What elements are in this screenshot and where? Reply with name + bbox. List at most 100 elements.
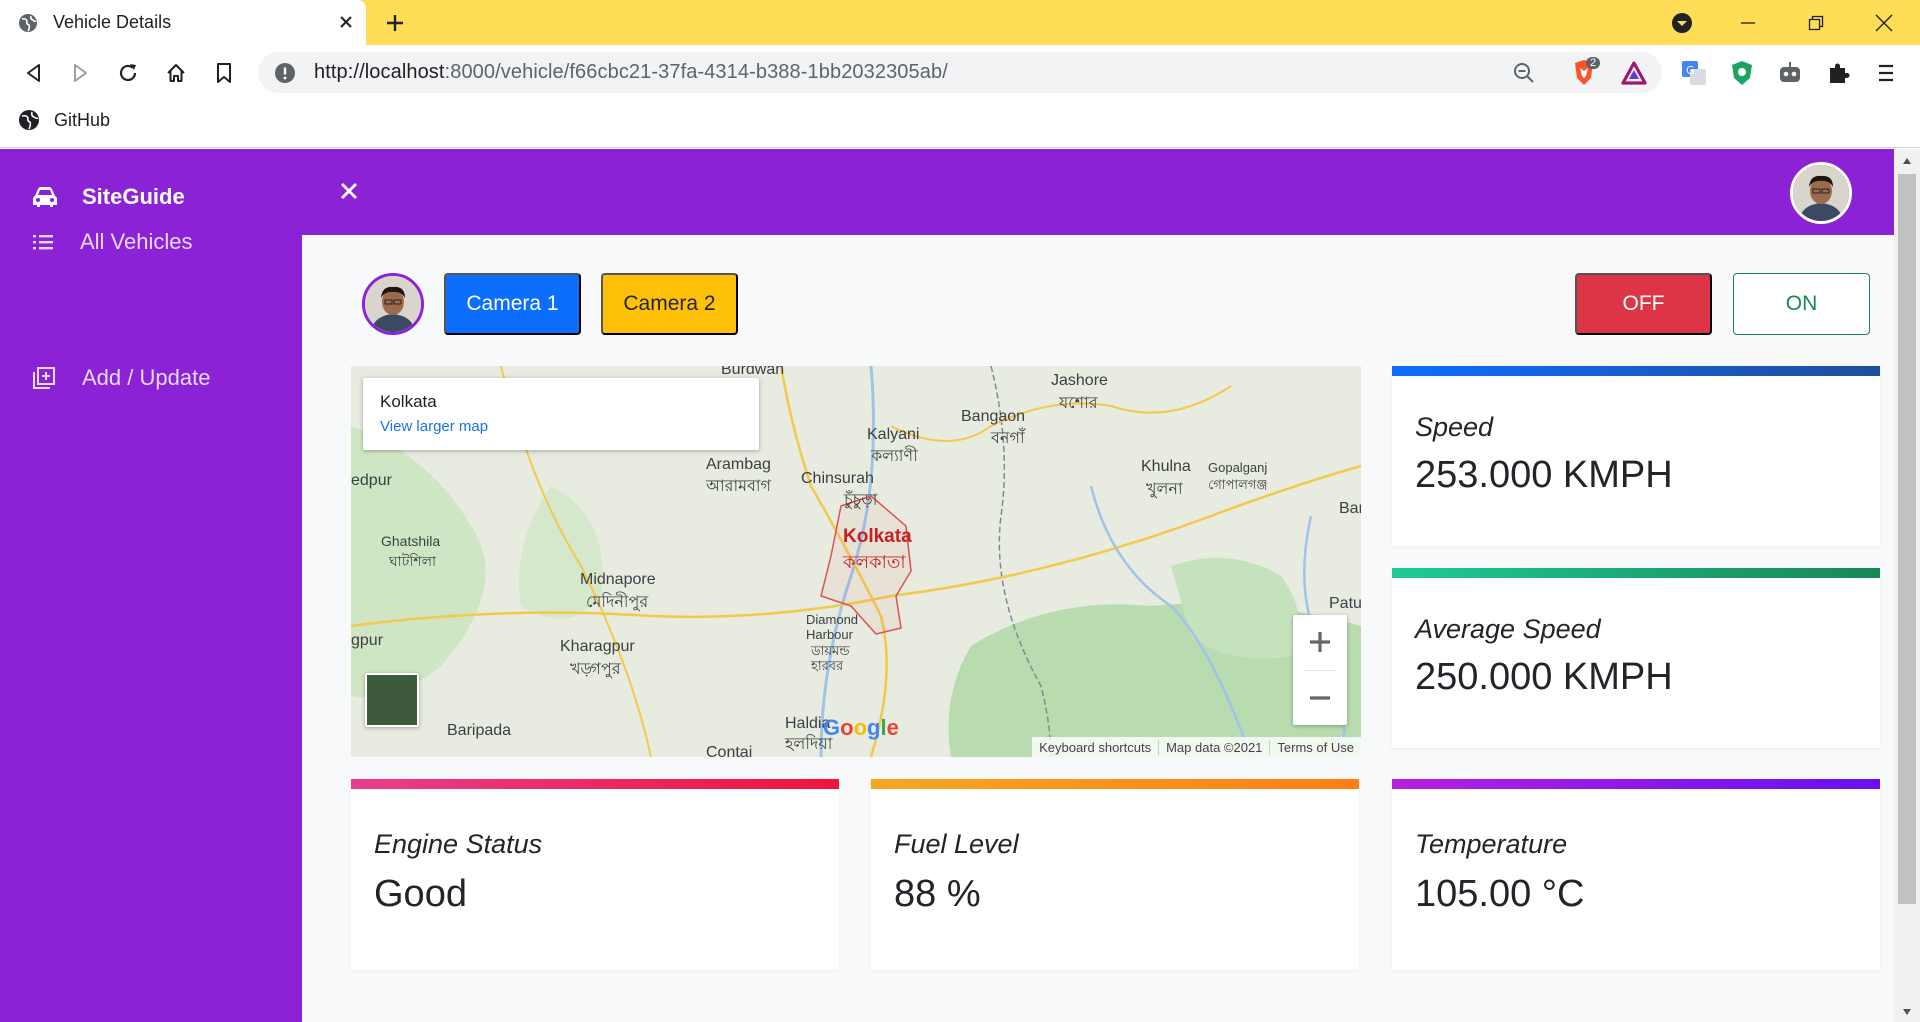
brand[interactable]: SiteGuide [32,184,185,210]
engine-status-card: Engine Status Good [351,779,839,970]
tab-strip: Vehicle Details [0,0,1920,45]
sidebar-item-all-vehicles[interactable]: All Vehicles [32,229,193,255]
address-bar[interactable]: http://localhost:8000/vehicle/f66cbc21-3… [258,52,1662,93]
menu-icon[interactable] [1872,59,1900,87]
main-content: Camera 1 Camera 2 OFF ON Burdwan Jashore… [302,235,1894,1022]
url-text: http://localhost:8000/vehicle/f66cbc21-3… [314,61,948,83]
translate-icon[interactable]: G [1680,59,1708,87]
add-box-icon [33,367,55,389]
map-place-label: ডায়মন্ড হারবর [811,643,850,673]
zoom-out-icon[interactable] [1293,671,1347,725]
speed-card: Speed 253.000 KMPH [1392,366,1880,546]
close-window-icon[interactable] [1860,0,1908,45]
robot-extension-icon[interactable] [1776,59,1804,87]
temperature-title: Temperature [1415,829,1568,859]
terms-of-use-link[interactable]: Terms of Use [1269,739,1361,755]
scroll-down-icon[interactable] [1902,1008,1912,1016]
tab-title: Vehicle Details [53,12,172,32]
map-place-label: কলকাতা [843,552,906,572]
map-place-label: ঘাটশিলা [389,553,437,569]
map-place-label: gpur [351,632,384,649]
new-tab-icon[interactable] [380,8,410,38]
brave-shields-icon[interactable]: 2 [1570,57,1601,87]
close-icon[interactable] [337,179,361,203]
sidebar-item-add-update[interactable]: Add / Update [32,365,210,391]
map-place-label: Bar [1339,500,1361,517]
browser-tab[interactable]: Vehicle Details [0,0,366,45]
zoom-in-icon[interactable] [1293,615,1347,669]
zoom-out-icon[interactable] [1510,59,1538,87]
minimize-icon[interactable] [1724,0,1772,45]
reload-icon[interactable] [114,59,142,87]
on-button[interactable]: ON [1733,273,1870,335]
map-place-label: Kalyani [867,426,920,443]
bookmark-icon[interactable] [210,59,238,87]
sidebar-item-label: Add / Update [82,365,211,390]
speed-title: Speed [1415,412,1494,442]
map-place-label: Ghatshila [381,533,441,549]
card-accent-bar [1392,366,1880,376]
restore-icon[interactable] [1792,0,1840,45]
temperature-card: Temperature 105.00 °C [1392,779,1880,970]
bookmark-github[interactable]: GitHub [18,109,110,131]
scrollbar-thumb[interactable] [1898,174,1916,904]
map-place-label: Khulna [1141,458,1191,475]
map-zoom-control [1293,615,1347,725]
google-logo: Google [823,715,899,740]
fuel-level-value: 88 % [894,873,981,915]
map-place-label: Kolkata [843,526,912,547]
map-place-label: Bangaon [961,408,1026,425]
app-root: SiteGuide All Vehicles Add / Update Came… [0,149,1920,1022]
map-place-label: Midnapore [580,571,656,588]
extensions-puzzle-icon[interactable] [1824,59,1852,87]
map-place-label: Diamond Harbour [806,612,859,642]
info-icon[interactable] [274,62,296,84]
page-scrollbar[interactable] [1894,149,1920,1022]
shield-extension-icon[interactable] [1728,59,1756,87]
view-larger-map-link[interactable]: View larger map [380,418,488,435]
map-data-text: Map data ©2021 [1158,739,1269,755]
speed-value: 253.000 KMPH [1415,454,1673,496]
card-accent-bar [1392,568,1880,578]
bookmarks-bar: GitHub [0,100,1920,148]
engine-status-title: Engine Status [374,829,543,859]
close-tab-icon[interactable] [334,10,358,34]
car-icon [33,187,57,207]
brave-rewards-icon[interactable] [1620,59,1648,87]
map-place-label: গোপালগঞ্জ [1208,477,1268,492]
map-place-label: চুঁচুড়া [844,492,878,509]
off-button[interactable]: OFF [1575,273,1712,335]
home-icon[interactable] [162,59,190,87]
camera-2-button[interactable]: Camera 2 [601,273,738,335]
keyboard-shortcuts-link[interactable]: Keyboard shortcuts [1032,740,1158,755]
map-place-label: যশোর [1059,395,1098,412]
user-avatar[interactable] [1790,162,1852,224]
svg-text:G: G [1686,64,1695,77]
back-icon[interactable] [20,59,48,87]
map-attribution: Keyboard shortcuts Map data ©2021 Terms … [1032,737,1361,757]
average-speed-title: Average Speed [1415,614,1601,644]
sidebar-item-label: All Vehicles [80,229,193,254]
scroll-up-icon[interactable] [1902,157,1912,165]
forward-icon[interactable] [66,59,94,87]
brand-name: SiteGuide [82,184,185,209]
satellite-toggle[interactable] [365,673,419,727]
tab-search-icon[interactable] [1658,0,1706,45]
map-info-card: Kolkata View larger map [363,378,759,450]
card-accent-bar [1392,779,1880,789]
card-accent-bar [871,779,1359,789]
average-speed-value: 250.000 KMPH [1415,656,1673,698]
map-place-label: Patu [1329,595,1361,612]
map-embed[interactable]: Burdwan Jashore যশোর Bangaon বনগাঁ Kalya… [351,366,1361,757]
globe-icon [19,13,37,32]
map-place-label: বনগাঁ [991,430,1025,447]
engine-status-value: Good [374,873,467,915]
map-place-label: Jashore [1051,372,1108,389]
brave-badge: 2 [1586,57,1601,69]
list-icon [33,235,53,250]
map-place-label: খড়্গপুর [570,661,621,678]
map-place-label: আরামবাগ [706,478,772,495]
camera-1-button[interactable]: Camera 1 [444,273,581,335]
fuel-level-title: Fuel Level [894,829,1019,859]
map-place-label: Kharagpur [560,638,635,655]
